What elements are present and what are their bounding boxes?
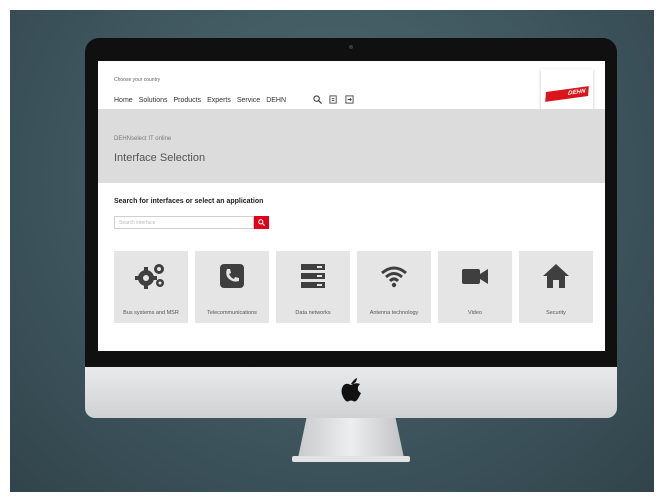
screen: Choose your country Home Solutions Produ…: [98, 61, 605, 351]
nav-item-service[interactable]: Service: [237, 97, 260, 104]
nav-item-experts[interactable]: Experts: [207, 97, 231, 104]
tile-label: Telecommunications: [207, 310, 257, 316]
logo-flag: DEHN: [545, 86, 589, 102]
house-icon: [543, 264, 569, 288]
login-icon[interactable]: [345, 95, 354, 104]
tile-data-networks[interactable]: Data networks: [276, 251, 350, 323]
tile-label: Antenna technology: [369, 310, 419, 316]
tile-label: Security: [546, 310, 566, 316]
gears-icon: [135, 264, 164, 289]
main-nav: Home Solutions Products Experts Service …: [114, 97, 286, 104]
breadcrumb: DEHNselect IT online: [114, 136, 172, 142]
monitor-stand: [298, 418, 404, 458]
server-icon: [301, 264, 325, 288]
video-camera-icon: [462, 269, 488, 284]
nav-item-dehn[interactable]: DEHN: [266, 97, 286, 104]
apple-logo-icon: [341, 378, 361, 402]
tile-label: Bus systems and MSR: [123, 310, 179, 316]
wifi-icon: [381, 266, 407, 288]
search-icon: [258, 219, 266, 227]
nav-item-products[interactable]: Products: [173, 97, 201, 104]
search-heading: Search for interfaces or select an appli…: [114, 198, 264, 205]
site-header: Choose your country Home Solutions Produ…: [98, 61, 605, 119]
tile-label: Data networks: [295, 310, 331, 316]
document-icon[interactable]: [329, 95, 338, 104]
search-icon[interactable]: [313, 95, 322, 104]
monitor-chin: [85, 367, 617, 418]
tile-security[interactable]: Security: [519, 251, 593, 323]
hero-banner: DEHNselect IT online Interface Selection: [98, 109, 605, 183]
tile-label: Video: [468, 310, 482, 316]
page-title: Interface Selection: [114, 152, 206, 164]
tile-telecommunications[interactable]: Telecommunications: [195, 251, 269, 323]
nav-icons: [313, 95, 354, 104]
search-button[interactable]: [254, 216, 269, 229]
nav-item-solutions[interactable]: Solutions: [139, 97, 168, 104]
monitor-bezel: Choose your country Home Solutions Produ…: [85, 38, 617, 367]
camera: [349, 45, 353, 49]
country-selector[interactable]: Choose your country: [114, 77, 160, 83]
tile-video[interactable]: Video: [438, 251, 512, 323]
monitor-foot: [292, 456, 410, 462]
phone-icon: [220, 264, 244, 288]
tile-bus-systems[interactable]: Bus systems and MSR: [114, 251, 188, 323]
search-input[interactable]: Search interface: [114, 216, 254, 229]
tile-antenna-technology[interactable]: Antenna technology: [357, 251, 431, 323]
search-placeholder: Search interface: [119, 220, 156, 226]
nav-item-home[interactable]: Home: [114, 97, 133, 104]
application-tiles: Bus systems and MSR Telecommunications D…: [114, 251, 593, 323]
